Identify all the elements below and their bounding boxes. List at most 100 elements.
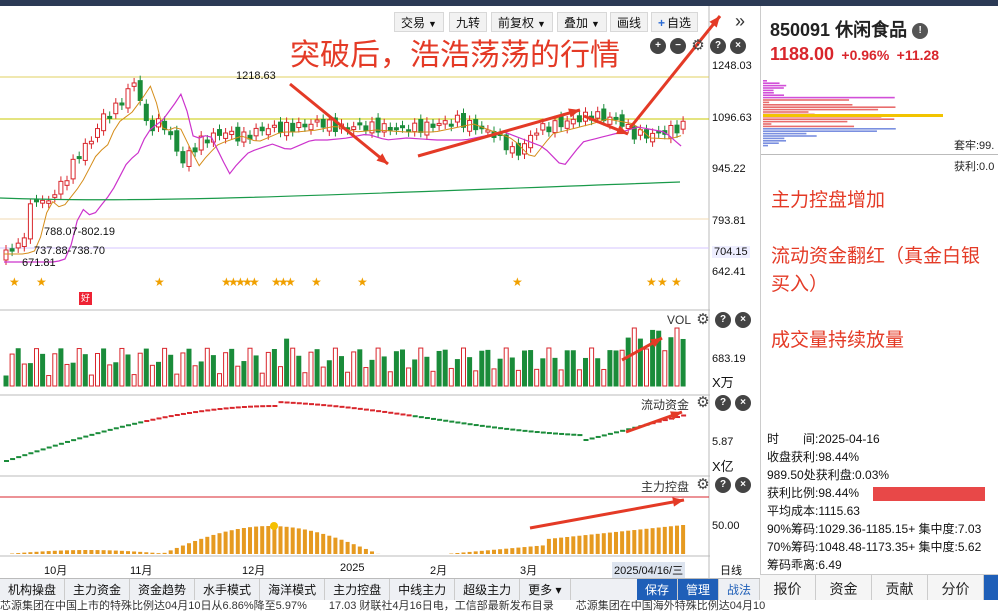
tab-more[interactable]: 更多 ▾: [520, 579, 571, 600]
add-watchlist-button[interactable]: + 自选: [651, 12, 699, 32]
ma-line-120: [0, 181, 681, 201]
date-label: 10月: [44, 565, 68, 577]
candle-body: [552, 120, 558, 134]
help-icon[interactable]: ?: [710, 38, 726, 54]
flow-dash: [370, 409, 375, 412]
volume-bar: [601, 368, 607, 387]
candle-body: [461, 113, 466, 128]
control-bar: [614, 531, 618, 554]
control-bar: [119, 550, 124, 554]
info-icon[interactable]: !: [912, 23, 929, 40]
volume-bar: [107, 364, 113, 387]
candle-body: [296, 122, 302, 129]
flow-dash: [528, 430, 534, 433]
close-icon[interactable]: ×: [730, 38, 746, 54]
tab-zhongxian[interactable]: 中线主力: [390, 579, 456, 600]
control-bar: [516, 547, 521, 554]
tab-price-dist[interactable]: 分价: [928, 575, 984, 602]
control-bar: [644, 528, 649, 554]
period-label[interactable]: 日线: [720, 562, 742, 578]
tab-shuishou[interactable]: 水手模式: [195, 579, 261, 600]
flow-dash: [614, 431, 619, 434]
help-icon[interactable]: ?: [715, 477, 731, 493]
candle-body: [674, 124, 680, 134]
help-icon[interactable]: ?: [715, 312, 731, 328]
control-bar: [565, 536, 570, 554]
minus-circle-icon[interactable]: −: [670, 38, 686, 54]
flow-dash: [412, 415, 418, 418]
gear-icon[interactable]: ⚙: [690, 38, 706, 54]
save-button[interactable]: 保存: [636, 579, 678, 600]
candle-body: [192, 147, 198, 153]
close-icon[interactable]: ×: [735, 312, 751, 328]
volume-bar: [46, 375, 52, 387]
flow-dash: [211, 408, 217, 411]
chip-bar: [763, 89, 774, 92]
date-label: 3月: [520, 565, 538, 577]
volume-bar: [631, 327, 637, 387]
candle-body: [9, 248, 15, 252]
volume-bar: [412, 359, 418, 387]
volume-bar: [278, 366, 283, 387]
tab-jigou[interactable]: 机构操盘: [0, 579, 66, 600]
control-bar: [668, 526, 673, 554]
volume-bar: [3, 375, 9, 387]
control-bar: [675, 525, 679, 554]
volume-bar: [76, 348, 82, 387]
gear-icon[interactable]: ⚙: [695, 395, 711, 411]
tab-contribution[interactable]: 贡献: [872, 575, 928, 602]
control-bar: [205, 536, 210, 554]
control-bar: [309, 530, 313, 554]
flow-dash: [205, 409, 211, 412]
plus-circle-icon[interactable]: +: [650, 38, 666, 54]
news-ticker[interactable]: 芯源集团在中国上市的特殊比例达04月10日从6.86%降至5.97% 17.03…: [0, 600, 998, 612]
chip-bar: [763, 144, 768, 147]
tab-zhuli-zijin[interactable]: 主力资金: [65, 579, 131, 600]
volume-bar: [229, 348, 235, 387]
tab-zhuli-kongpan[interactable]: 主力控盘: [325, 579, 391, 600]
candle-body: [308, 123, 314, 131]
tab-overflow[interactable]: [984, 575, 998, 602]
close-icon[interactable]: ×: [735, 395, 751, 411]
volume-bar: [156, 361, 161, 387]
current-date-label: 2025/04/16/三: [612, 562, 686, 578]
control-bar: [89, 550, 94, 554]
help-icon[interactable]: ?: [715, 395, 731, 411]
volume-bar: [119, 347, 125, 387]
candle-body: [442, 120, 448, 125]
draw-button[interactable]: 画线: [610, 12, 649, 32]
volume-bar: [454, 359, 460, 387]
zhanfa-button[interactable]: 战法: [719, 579, 760, 600]
chip-bar: [763, 96, 895, 99]
gear-icon[interactable]: ⚙: [695, 477, 711, 493]
tab-quote[interactable]: 报价: [760, 575, 816, 602]
volume-bar: [174, 373, 180, 387]
control-bar: [193, 540, 198, 554]
manage-button[interactable]: 管理: [677, 579, 719, 600]
volume-bar: [351, 351, 357, 387]
chip-bar: [763, 140, 787, 142]
volume-bar: [34, 348, 39, 387]
tab-chaoji[interactable]: 超级主力: [455, 579, 521, 600]
overlay-dropdown[interactable]: 叠加 ▼: [557, 12, 607, 32]
gear-icon[interactable]: ⚙: [695, 312, 711, 328]
flow-dash: [40, 448, 46, 451]
flow-dash: [187, 411, 192, 414]
tab-haiyang[interactable]: 海洋模式: [260, 579, 326, 600]
fq-dropdown[interactable]: 前复权 ▼: [491, 12, 553, 32]
volume-bar: [198, 361, 204, 387]
star-signal-icon: ★: [657, 275, 668, 289]
chip-bar: [763, 135, 817, 137]
tab-funds[interactable]: 资金: [816, 575, 872, 602]
candle-body: [21, 237, 27, 248]
volume-bar: [503, 347, 509, 387]
volume-bar: [64, 363, 70, 387]
tab-zijin-qushi[interactable]: 资金趋势: [130, 579, 196, 600]
hao-badge[interactable]: 好: [79, 292, 92, 305]
close-icon[interactable]: ×: [735, 477, 751, 493]
candle-body: [168, 131, 174, 136]
jiuzhuan-button[interactable]: 九转: [449, 12, 488, 32]
flow-dash: [504, 427, 510, 430]
collapse-icon[interactable]: »: [735, 11, 745, 32]
trade-dropdown[interactable]: 交易 ▼: [394, 12, 444, 32]
